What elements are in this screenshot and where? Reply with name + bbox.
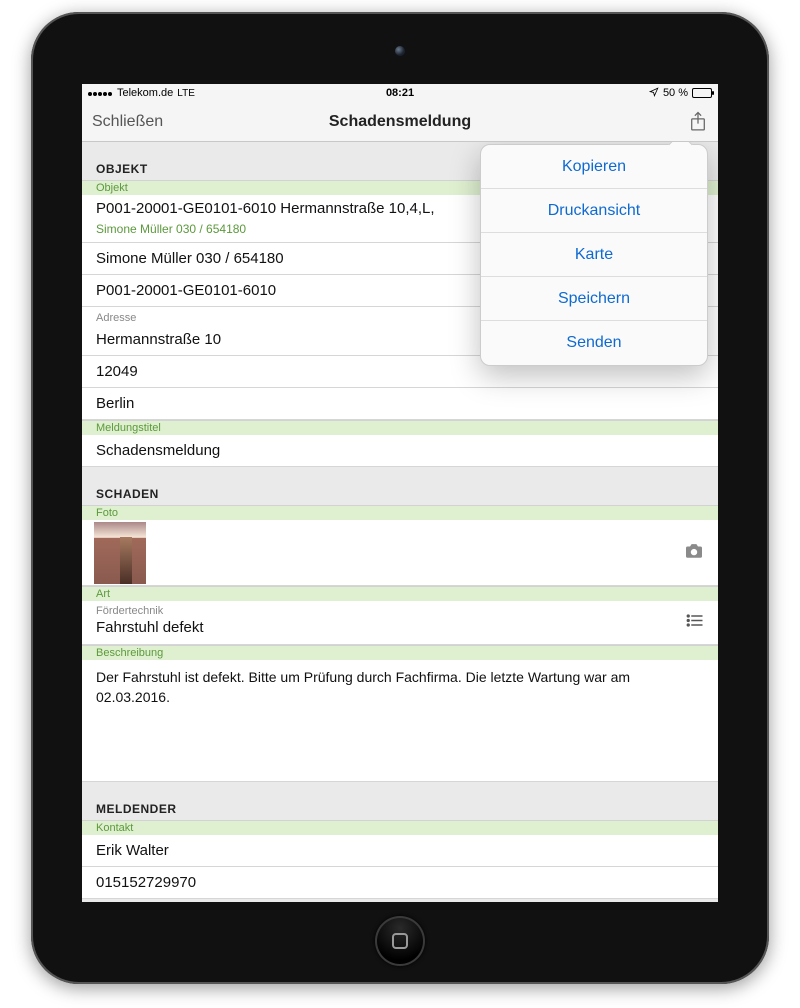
carrier-label: Telekom.de <box>117 87 173 99</box>
network-label: LTE <box>177 88 195 99</box>
close-button[interactable]: Schließen <box>92 113 163 131</box>
field-label-kontakt: Kontakt <box>82 820 718 835</box>
share-icon <box>688 111 708 133</box>
home-button[interactable] <box>375 916 425 966</box>
field-label-beschreibung: Beschreibung <box>82 645 718 660</box>
ipad-camera <box>395 46 405 56</box>
navigation-bar: Schließen Schadensmeldung <box>82 102 718 142</box>
clock-label: 08:21 <box>386 87 414 99</box>
meldender-name[interactable]: Erik Walter <box>82 835 718 867</box>
battery-label: 50 % <box>663 87 688 99</box>
page-title: Schadensmeldung <box>329 113 471 131</box>
popover-item-speichern[interactable]: Speichern <box>481 277 707 321</box>
section-header-schaden: SCHADEN <box>82 483 718 505</box>
share-button[interactable] <box>688 111 708 133</box>
camera-icon[interactable] <box>684 542 704 563</box>
art-value: Fahrstuhl defekt <box>96 619 704 636</box>
field-label-foto: Foto <box>82 505 718 520</box>
field-label-art: Art <box>82 586 718 601</box>
content-scroll[interactable]: OBJEKT Objekt P001-20001-GE0101-6010 Her… <box>82 142 718 902</box>
popover-item-senden[interactable]: Senden <box>481 321 707 365</box>
screen: Telekom.de LTE 08:21 50 % Schließen Scha… <box>82 84 718 902</box>
meldungstitel-value[interactable]: Schadensmeldung <box>82 435 718 467</box>
popover-item-kopieren[interactable]: Kopieren <box>481 145 707 189</box>
status-bar: Telekom.de LTE 08:21 50 % <box>82 84 718 102</box>
art-row[interactable]: Fördertechnik Fahrstuhl defekt <box>82 601 718 645</box>
field-label-meldungstitel: Meldungstitel <box>82 420 718 435</box>
popover-item-druckansicht[interactable]: Druckansicht <box>481 189 707 233</box>
popover-item-karte[interactable]: Karte <box>481 233 707 277</box>
art-category: Fördertechnik <box>96 605 704 617</box>
photo-row[interactable] <box>82 520 718 586</box>
beschreibung-text[interactable]: Der Fahrstuhl ist defekt. Bitte um Prüfu… <box>82 660 718 782</box>
list-icon[interactable] <box>686 613 704 632</box>
share-popover: Kopieren Druckansicht Karte Speichern Se… <box>480 144 708 366</box>
signal-icon <box>88 87 113 99</box>
location-icon <box>649 87 659 100</box>
battery-icon <box>692 88 712 98</box>
address-city[interactable]: Berlin <box>82 388 718 420</box>
photo-thumbnail[interactable] <box>94 522 146 584</box>
meldender-phone[interactable]: 015152729970 <box>82 867 718 899</box>
section-header-meldender: MELDENDER <box>82 798 718 820</box>
ipad-frame: Telekom.de LTE 08:21 50 % Schließen Scha… <box>31 12 769 984</box>
